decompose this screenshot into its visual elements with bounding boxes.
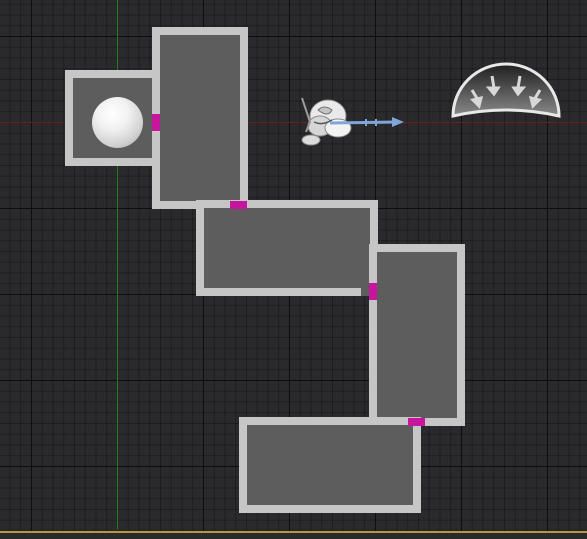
room-tall-right[interactable] [369, 244, 465, 426]
area-light-icon[interactable] [450, 60, 562, 122]
door-2[interactable] [230, 201, 247, 209]
room-wide-middle[interactable] [196, 200, 378, 296]
door-3[interactable] [369, 283, 377, 300]
scene-viewport[interactable] [0, 0, 587, 539]
viewport-bottom-bar [0, 531, 587, 539]
door-4[interactable] [408, 418, 425, 426]
character-gizmo-icon[interactable] [296, 92, 406, 152]
viewport-label [0, 0, 1, 1]
room-wide-bottom[interactable] [239, 417, 421, 513]
room-tall-top[interactable] [152, 27, 248, 209]
door-1[interactable] [152, 114, 160, 131]
sphere-icon[interactable] [92, 97, 143, 148]
